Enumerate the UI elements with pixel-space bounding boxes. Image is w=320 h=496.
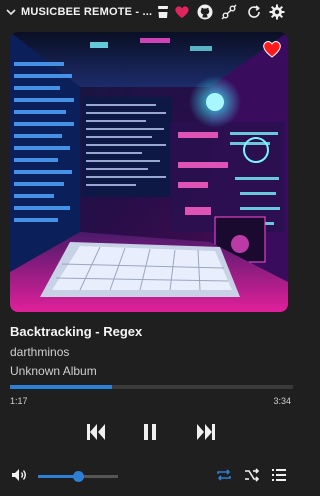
- list-icon: [272, 469, 286, 481]
- next-button[interactable]: [195, 421, 217, 443]
- volume-slider[interactable]: [38, 471, 118, 482]
- duration-time: 3:34: [273, 396, 291, 406]
- repeat-button[interactable]: [215, 466, 233, 484]
- track-title: Backtracking - Regex: [10, 324, 143, 339]
- next-icon: [197, 424, 215, 440]
- pause-icon: [144, 424, 156, 440]
- progress-bar[interactable]: [10, 385, 293, 389]
- pause-button[interactable]: [139, 421, 161, 443]
- progress-fill: [10, 385, 112, 389]
- track-album: Unknown Album: [10, 364, 97, 378]
- heart-icon[interactable]: [173, 3, 191, 21]
- previous-icon: [87, 424, 105, 440]
- album-art: [10, 32, 288, 312]
- shuffle-icon: [245, 468, 260, 482]
- current-time: 1:17: [10, 396, 28, 406]
- volume-knob[interactable]: [73, 471, 84, 482]
- repeat-icon: [217, 469, 231, 481]
- playlist-button[interactable]: [270, 466, 288, 484]
- volume-button[interactable]: [10, 466, 28, 484]
- window-title: MUSICBEE REMOTE - ...: [21, 6, 153, 18]
- cup-icon[interactable]: [154, 3, 172, 21]
- favorite-heart-icon[interactable]: [262, 40, 282, 60]
- volume-icon: [12, 469, 26, 481]
- github-icon[interactable]: [196, 3, 214, 21]
- track-artist: darthminos: [10, 345, 70, 359]
- gear-icon[interactable]: [268, 3, 286, 21]
- plug-icon[interactable]: [220, 3, 238, 21]
- refresh-icon[interactable]: [245, 3, 263, 21]
- chevron-down-icon[interactable]: [4, 0, 18, 24]
- previous-button[interactable]: [85, 421, 107, 443]
- shuffle-button[interactable]: [243, 466, 261, 484]
- volume-fill: [38, 475, 78, 478]
